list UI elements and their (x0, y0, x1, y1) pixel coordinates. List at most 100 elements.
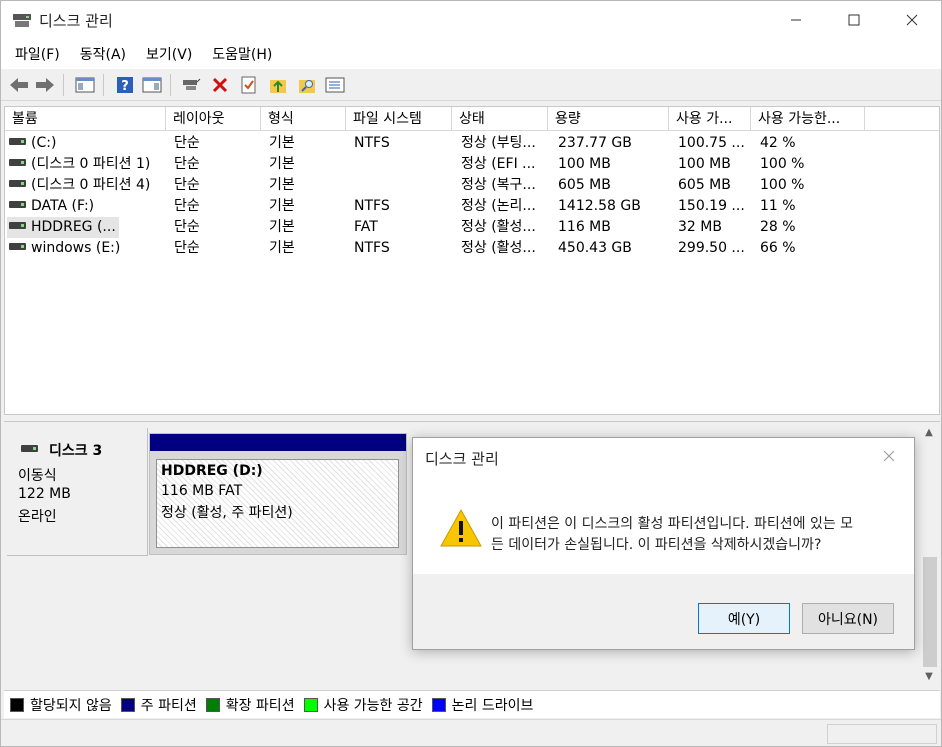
volume-capacity: 450.43 GB (558, 240, 632, 256)
volume-row-selected[interactable]: HDDREG (... 단순 기본 FAT 정상 (활성... 116 MB 3… (5, 217, 939, 238)
disk-info-box[interactable]: 디스크 3 이동식 122 MB 온라인 (7, 428, 148, 556)
legend-item: 논리 드라이브 (431, 695, 534, 715)
volume-percent-free: 11 % (760, 198, 796, 214)
column-header-capacity[interactable]: 용량 (548, 107, 669, 131)
dialog-message-line: 이 파티션은 이 디스크의 활성 파티션입니다. 파티션에 있는 모 (491, 516, 854, 532)
volume-name: HDDREG (... (31, 219, 116, 235)
partition-legend: 할당되지 않음 주 파티션 확장 파티션 사용 가능한 공간 논리 드라이브 (4, 690, 940, 718)
forward-button[interactable] (34, 74, 56, 96)
scroll-up-icon[interactable]: ▲ (919, 427, 939, 443)
volume-disk-icon (9, 179, 26, 187)
toolbar-separator (103, 74, 104, 96)
action-pane-button[interactable] (141, 74, 163, 96)
scroll-down-icon[interactable]: ▼ (919, 671, 939, 687)
list-view-button[interactable] (324, 74, 346, 96)
volume-name: DATA (F:) (31, 198, 95, 214)
volume-free-space: 100 MB (678, 156, 731, 172)
menu-action[interactable]: 동작(A) (72, 44, 134, 64)
volume-row[interactable]: windows (E:) 단순 기본 NTFS 정상 (활성... 450.43… (5, 238, 939, 259)
status-bar-segment (827, 724, 937, 744)
volume-percent-free: 66 % (760, 240, 796, 256)
forward-icon (36, 78, 54, 92)
volume-list-header: 볼륨 레이아웃 형식 파일 시스템 상태 용량 사용 가... 사용 가능한..… (5, 107, 939, 131)
volume-type: 기본 (269, 156, 295, 172)
status-bar (1, 719, 941, 746)
volume-layout: 단순 (174, 135, 200, 151)
legend-swatch (303, 697, 318, 712)
menu-help[interactable]: 도움말(H) (204, 44, 280, 64)
volume-free-space: 150.19 ... (678, 198, 745, 214)
column-header-percent-free[interactable]: 사용 가능한... (751, 107, 865, 131)
volume-name: windows (E:) (31, 240, 121, 256)
check-icon (241, 76, 256, 94)
legend-label: 사용 가능한 공간 (323, 697, 423, 714)
back-button[interactable] (8, 74, 30, 96)
graphic-pane-scrollbar[interactable]: ▲ ▼ (919, 425, 939, 689)
disk-kind: 이동식 (18, 468, 57, 484)
delete-button[interactable] (209, 74, 231, 96)
partition-size-fs: 116 MB FAT (161, 483, 243, 499)
volume-type: 기본 (269, 240, 295, 256)
volume-name: (디스크 0 파티션 1) (31, 156, 151, 172)
no-button[interactable]: 아니요(N) (802, 603, 894, 634)
connect-disk-button[interactable] (180, 74, 202, 96)
scrollbar-thumb[interactable] (923, 557, 937, 667)
properties-button[interactable] (238, 74, 260, 96)
yes-button[interactable]: 예(Y) (698, 603, 790, 634)
dialog-footer: 예(Y) 아니요(N) (413, 574, 914, 649)
legend-swatch (120, 697, 135, 712)
search-folder-icon (299, 80, 315, 93)
volume-filesystem: NTFS (354, 135, 390, 151)
volume-row[interactable]: (디스크 0 파티션 4) 단순 기본 정상 (복구... 605 MB 605… (5, 175, 939, 196)
volume-row[interactable]: (디스크 0 파티션 1) 단순 기본 정상 (EFI ... 100 MB 1… (5, 154, 939, 175)
volume-capacity: 1412.58 GB (558, 198, 641, 214)
minimize-button[interactable] (767, 1, 825, 39)
volume-free-space: 100.75 ... (678, 135, 745, 151)
volume-row[interactable]: DATA (F:) 단순 기본 NTFS 정상 (논리... 1412.58 G… (5, 196, 939, 217)
search-folder-button[interactable] (296, 74, 318, 96)
volume-layout: 단순 (174, 177, 200, 193)
console-tree-button[interactable] (74, 74, 96, 96)
up-folder-button[interactable] (267, 74, 289, 96)
back-icon (10, 78, 28, 92)
list-view-icon (325, 77, 345, 93)
volume-row[interactable]: (C:) 단순 기본 NTFS 정상 (부팅... 237.77 GB 100.… (5, 133, 939, 154)
close-button[interactable] (883, 1, 941, 39)
maximize-button[interactable] (825, 1, 883, 39)
volume-disk-icon (9, 137, 26, 145)
partition-block[interactable]: HDDREG (D:) 116 MB FAT 정상 (활성, 주 파티션) (156, 459, 399, 548)
column-header-filesystem[interactable]: 파일 시스템 (346, 107, 452, 131)
column-header-layout[interactable]: 레이아웃 (166, 107, 261, 131)
column-header-type[interactable]: 형식 (261, 107, 346, 131)
disk-management-window: 디스크 관리 파일(F) 동작(A) 보기(V) 도움말(H) ? 볼륨 레이아… (0, 0, 942, 747)
volume-free-space: 32 MB (678, 219, 722, 235)
volume-disk-icon (9, 242, 26, 250)
volume-layout: 단순 (174, 240, 200, 256)
legend-item: 주 파티션 (120, 695, 197, 715)
minimize-icon (791, 19, 801, 21)
volume-list[interactable]: 볼륨 레이아웃 형식 파일 시스템 상태 용량 사용 가... 사용 가능한..… (4, 106, 940, 415)
volume-disk-icon (9, 200, 26, 208)
volume-percent-free: 28 % (760, 219, 796, 235)
partition-title: HDDREG (D:) (161, 463, 263, 479)
column-header-free-space[interactable]: 사용 가... (669, 107, 751, 131)
column-header-status[interactable]: 상태 (452, 107, 548, 131)
menu-view[interactable]: 보기(V) (138, 44, 200, 64)
console-tree-icon (75, 77, 95, 93)
window-title: 디스크 관리 (39, 12, 113, 30)
legend-swatch (205, 697, 220, 712)
primary-partition-bar (150, 434, 406, 451)
legend-label: 논리 드라이브 (451, 697, 534, 714)
volume-type: 기본 (269, 198, 295, 214)
disk-name: 디스크 3 (49, 443, 103, 459)
menu-file[interactable]: 파일(F) (7, 44, 68, 64)
help-button[interactable]: ? (114, 74, 136, 96)
dialog-close-button[interactable] (883, 446, 895, 467)
dialog-body: 이 파티션은 이 디스크의 활성 파티션입니다. 파티션에 있는 모 든 데이터… (413, 482, 914, 574)
partition-area: HDDREG (D:) 116 MB FAT 정상 (활성, 주 파티션) (149, 433, 407, 555)
up-arrow-folder-icon (270, 80, 286, 93)
legend-item: 할당되지 않음 (10, 695, 112, 715)
column-header-volume[interactable]: 볼륨 (5, 107, 166, 131)
volume-status: 정상 (부팅... (461, 135, 536, 151)
help-icon: ? (117, 77, 133, 94)
